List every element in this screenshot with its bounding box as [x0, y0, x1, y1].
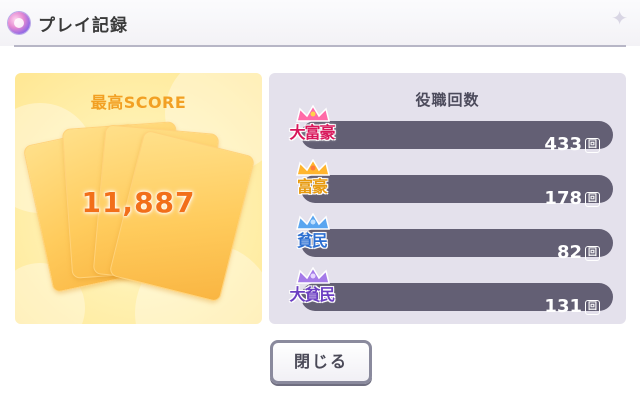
role-row-fugo: 178 回 富豪: [269, 159, 626, 209]
play-record-icon: [8, 12, 30, 34]
role-count-value: 131: [544, 296, 582, 317]
high-score-panel: 最高SCORE 11,887: [15, 73, 262, 324]
role-bar: 82 回: [301, 229, 613, 263]
dialog-title: プレイ記録: [38, 16, 128, 36]
count-unit-badge: 回: [585, 246, 600, 261]
role-name-daihinmin: 大貧民: [289, 285, 335, 304]
high-score-label: 最高SCORE: [90, 93, 187, 112]
header-divider: [14, 45, 626, 47]
role-count-panel: 役職回数 433 回 大富豪 178 回 富豪 82 回 貧民 131 回 大貧…: [269, 73, 626, 324]
count-unit-badge: 回: [585, 300, 600, 315]
role-row-daihinmin: 131 回 大貧民: [269, 267, 626, 317]
role-count-value: 82: [556, 242, 582, 263]
role-name-hinmin: 貧民: [296, 231, 328, 250]
role-bar: 178 回: [301, 175, 613, 209]
role-bar: 131 回: [301, 283, 613, 317]
close-button[interactable]: 閉じる: [270, 340, 372, 384]
count-unit-badge: 回: [585, 138, 600, 153]
sparkle-icon: ✦: [611, 6, 628, 30]
role-row-daifugo: 433 回 大富豪: [269, 105, 626, 155]
role-row-hinmin: 82 回 貧民: [269, 213, 626, 263]
count-unit-badge: 回: [585, 192, 600, 207]
role-bar: 433 回: [301, 121, 613, 155]
role-name-fugo: 富豪: [296, 177, 328, 196]
role-count-value: 433: [544, 134, 582, 155]
role-count-value: 178: [544, 188, 582, 209]
dialog-header: プレイ記録 ✦: [0, 0, 640, 46]
role-name-daifugo: 大富豪: [289, 123, 335, 142]
high-score-value: 11,887: [81, 186, 196, 219]
